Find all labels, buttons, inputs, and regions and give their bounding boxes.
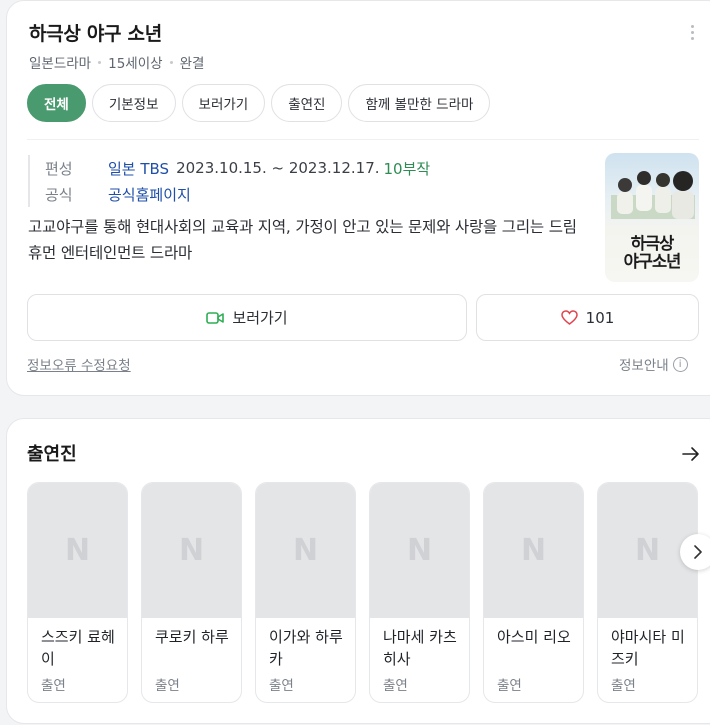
like-count: 101 bbox=[585, 308, 615, 327]
cast-role: 출연 bbox=[611, 678, 636, 694]
profile-placeholder: N bbox=[142, 483, 241, 618]
meta-rating: 15세이상 bbox=[108, 56, 163, 72]
info-circle-icon: i bbox=[672, 356, 688, 372]
arrow-right-icon[interactable] bbox=[682, 446, 700, 462]
cast-card[interactable]: N 스즈키 료헤이 출연 bbox=[27, 482, 128, 703]
profile-placeholder: N bbox=[484, 483, 583, 618]
cast-name: 스즈키 료헤이 bbox=[41, 628, 115, 668]
poster-art bbox=[611, 171, 695, 219]
drama-meta: 일본드라마 15세이상 완결 bbox=[29, 52, 204, 72]
chevron-right-icon bbox=[694, 545, 702, 559]
cast-role: 출연 bbox=[383, 678, 408, 694]
cast-card[interactable]: N 야마시타 미즈키 출연 bbox=[597, 482, 698, 703]
kebab-menu-icon[interactable] bbox=[691, 25, 695, 43]
official-homepage-link[interactable]: 공식홈페이지 bbox=[108, 184, 191, 205]
cast-role: 출연 bbox=[155, 678, 180, 694]
profile-placeholder: N bbox=[256, 483, 355, 618]
separator-dot bbox=[98, 60, 102, 64]
watch-button-label: 보러가기 bbox=[232, 309, 288, 327]
tab-bar: 전체 기본정보 보러가기 출연진 함께 볼만한 드라마 bbox=[27, 84, 496, 122]
info-rows: 편성 일본 TBS 2023.10.15. ~ 2023.12.17. 10부작… bbox=[28, 155, 430, 207]
cast-name: 아스미 리오 bbox=[497, 628, 571, 646]
drama-info-card: 하극상 야구 소년 일본드라마 15세이상 완결 전체 기본정보 보러가기 출연… bbox=[6, 0, 710, 396]
poster-title-line1: 하극상 bbox=[630, 234, 675, 253]
poster-title-line2: 야구소년 bbox=[623, 252, 682, 271]
cast-role: 출연 bbox=[497, 678, 522, 694]
drama-description: 고교야구를 통해 현대사회의 교육과 지역, 가정이 안고 있는 문제와 사랑을… bbox=[28, 218, 577, 262]
cast-card[interactable]: N 아스미 리오 출연 bbox=[483, 482, 584, 703]
broadcast-period: 2023.10.15. ~ 2023.12.17. bbox=[176, 159, 380, 177]
divider bbox=[27, 139, 699, 140]
profile-placeholder: N bbox=[28, 483, 127, 618]
tab-similar-dramas[interactable]: 함께 볼만한 드라마 bbox=[348, 84, 491, 122]
cast-name: 쿠로키 하루 bbox=[155, 628, 229, 646]
broadcast-label: 편성 bbox=[45, 159, 73, 178]
placeholder-logo: N bbox=[520, 533, 547, 568]
placeholder-logo: N bbox=[64, 533, 91, 568]
episode-count: 10부작 bbox=[383, 159, 431, 178]
tab-all[interactable]: 전체 bbox=[27, 84, 86, 122]
cast-role: 출연 bbox=[269, 678, 294, 694]
separator-dot bbox=[169, 60, 173, 64]
carousel-next-button[interactable] bbox=[680, 534, 710, 570]
placeholder-logo: N bbox=[178, 533, 205, 568]
placeholder-logo: N bbox=[292, 533, 319, 568]
placeholder-logo: N bbox=[406, 533, 433, 568]
drama-title: 하극상 야구 소년 bbox=[29, 23, 162, 45]
like-button[interactable]: 101 bbox=[476, 294, 699, 341]
official-row: 공식 공식홈페이지 bbox=[45, 181, 430, 207]
info-guide-link[interactable]: 정보안내 i bbox=[619, 354, 688, 374]
cast-card[interactable]: N 쿠로키 하루 출연 bbox=[141, 482, 242, 703]
cast-name: 이가와 하루카 bbox=[269, 628, 343, 668]
cast-card[interactable]: N 나마세 카츠히사 출연 bbox=[369, 482, 470, 703]
info-guide-label: 정보안내 bbox=[619, 358, 669, 374]
watch-button[interactable]: 보러가기 bbox=[27, 294, 467, 341]
cast-card[interactable]: N 이가와 하루카 출연 bbox=[255, 482, 356, 703]
cast-section-title: 출연진 bbox=[27, 444, 77, 465]
cast-name: 야마시타 미즈키 bbox=[611, 628, 685, 668]
profile-placeholder: N bbox=[370, 483, 469, 618]
meta-genre: 일본드라마 bbox=[29, 56, 92, 72]
heart-icon bbox=[560, 310, 578, 325]
tab-cast[interactable]: 출연진 bbox=[271, 84, 343, 122]
placeholder-logo: N bbox=[634, 533, 661, 568]
video-camera-icon bbox=[206, 311, 225, 324]
report-error-link[interactable]: 정보오류 수정요청 bbox=[27, 354, 131, 374]
tab-watch[interactable]: 보러가기 bbox=[181, 84, 266, 122]
cast-section: 출연진 N 스즈키 료헤이 출연 N 쿠로키 하루 출연 N 이가와 하루카 출… bbox=[6, 418, 710, 724]
cast-name: 나마세 카츠히사 bbox=[383, 628, 457, 668]
poster-title: 하극상 야구소년 bbox=[605, 235, 699, 271]
tab-basic-info[interactable]: 기본정보 bbox=[91, 84, 176, 122]
meta-status: 완결 bbox=[179, 56, 205, 72]
cast-carousel: N 스즈키 료헤이 출연 N 쿠로키 하루 출연 N 이가와 하루카 출연 N … bbox=[27, 482, 710, 703]
drama-poster[interactable]: 하극상 야구소년 bbox=[605, 153, 699, 282]
cast-role: 출연 bbox=[41, 678, 66, 694]
official-label: 공식 bbox=[45, 185, 73, 204]
broadcast-row: 편성 일본 TBS 2023.10.15. ~ 2023.12.17. 10부작 bbox=[45, 155, 430, 181]
broadcast-link[interactable]: 일본 TBS bbox=[108, 158, 169, 179]
